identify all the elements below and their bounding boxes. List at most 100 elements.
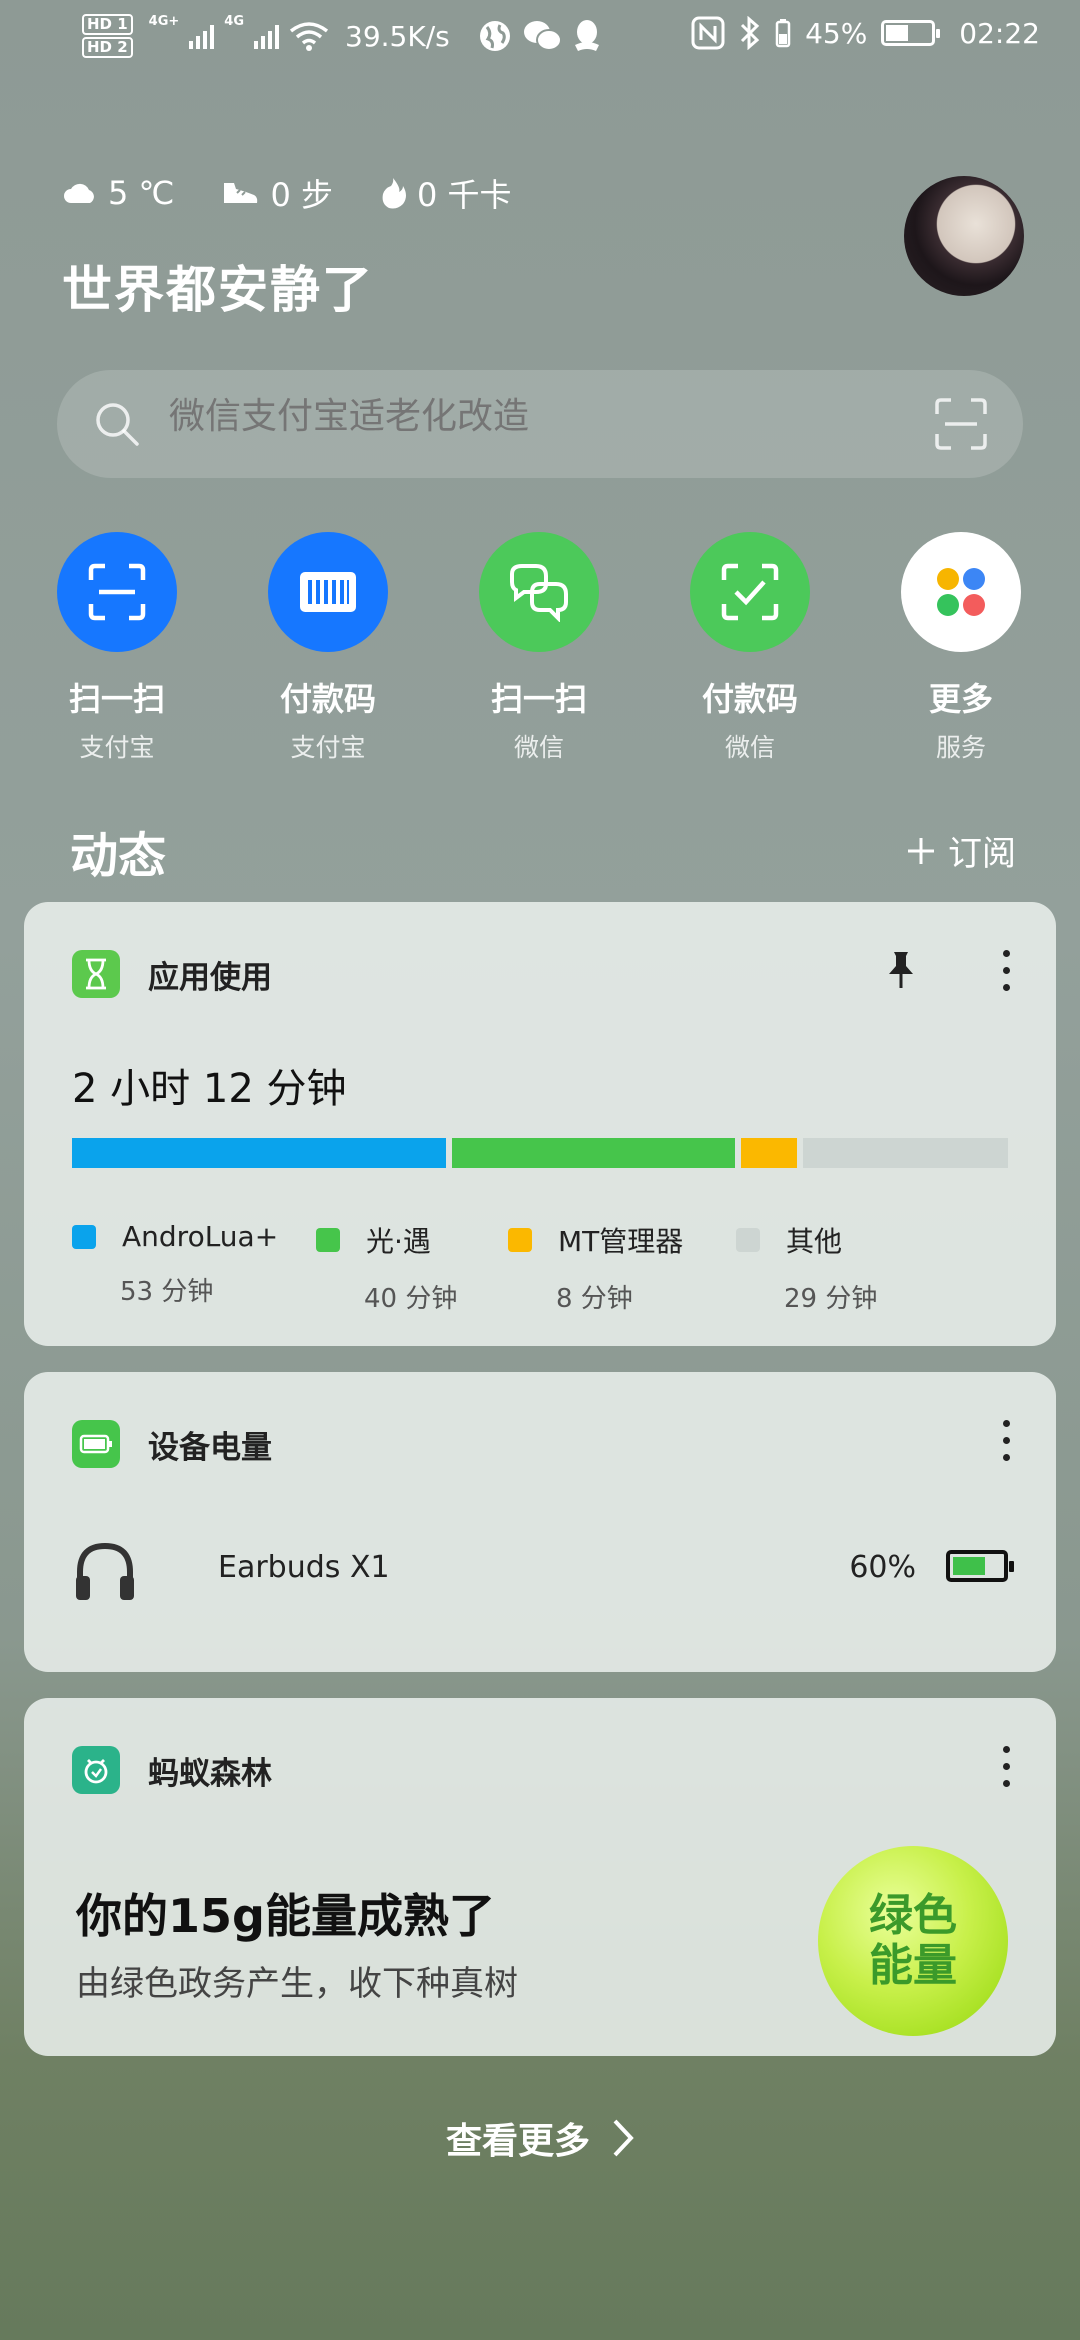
- net1-label: 4G+: [148, 14, 180, 29]
- health-stats: 5 ℃ 0 步 0 千卡: [62, 170, 558, 216]
- search-bar[interactable]: [57, 370, 1023, 478]
- plus-icon: [908, 837, 934, 864]
- quick-action-wechat-pay[interactable]: 付款码 微信: [660, 532, 840, 764]
- device-battery-percent: 60%: [849, 1550, 916, 1585]
- more-options-icon[interactable]: [998, 1746, 1014, 1787]
- calories-text: 0 千卡: [417, 176, 512, 214]
- clock: 02:22: [959, 16, 1040, 50]
- quick-action-sub: 服务: [935, 733, 986, 762]
- quick-action-alipay-pay[interactable]: 付款码 支付宝: [238, 532, 418, 764]
- qq-icon: [574, 20, 599, 51]
- quick-action-sub: 支付宝: [79, 733, 155, 762]
- quick-action-alipay-scan[interactable]: 扫一扫 支付宝: [27, 532, 207, 764]
- card-title: 蚂蚁森林: [148, 1755, 272, 1792]
- wifi-icon: [289, 22, 329, 51]
- more-options-icon[interactable]: [998, 1420, 1014, 1461]
- subscribe-button[interactable]: 订阅: [906, 826, 1016, 875]
- avatar[interactable]: [904, 176, 1024, 296]
- status-left: HD 1 HD 2 4G+ 4G 39.5K/s: [82, 14, 602, 58]
- legend-name: MT管理器: [558, 1225, 684, 1258]
- usage-bar-segment: [452, 1138, 735, 1168]
- energy-headline: 你的15g能量成熟了: [76, 1889, 495, 1943]
- legend-item: MT管理器 8 分钟: [508, 1220, 683, 1315]
- network-speed: 39.5K/s: [345, 19, 450, 53]
- globe-icon: [479, 21, 510, 51]
- cloud-icon: [64, 183, 94, 203]
- legend-name: AndroLua+: [122, 1220, 279, 1253]
- usage-bar-segment: [803, 1138, 1008, 1168]
- legend-item: 其他 29 分钟: [736, 1220, 877, 1315]
- card-title: 应用使用: [148, 959, 272, 996]
- legend-item: 光·遇 40 分钟: [316, 1220, 457, 1315]
- net2-label: 4G: [224, 14, 244, 29]
- ant-forest-card[interactable]: 蚂蚁森林 你的15g能量成熟了 由绿色政务产生，收下种真树 绿色 能量: [24, 1698, 1056, 2056]
- flame-icon: [382, 178, 407, 209]
- card-header: 应用使用: [72, 950, 272, 998]
- quick-action-label: 扫一扫: [490, 680, 587, 718]
- green-energy-ball[interactable]: 绿色 能量: [818, 1846, 1008, 2036]
- battery-small-icon: [775, 19, 791, 48]
- nfc-icon: [691, 16, 725, 50]
- weather-stat[interactable]: 5 ℃: [62, 174, 174, 212]
- subscribe-label: 订阅: [948, 834, 1016, 874]
- quick-action-label: 更多: [928, 680, 993, 718]
- search-input[interactable]: [169, 396, 869, 437]
- more-options-icon[interactable]: [998, 950, 1014, 991]
- device-battery-card[interactable]: 设备电量 Earbuds X1 60%: [24, 1372, 1056, 1672]
- status-right: 45% 02:22: [691, 16, 1040, 50]
- chevron-right-icon: [613, 2119, 634, 2157]
- search-icon: [96, 403, 139, 446]
- device-row[interactable]: Earbuds X1 60%: [72, 1532, 1014, 1612]
- quick-action-label: 付款码: [701, 680, 798, 718]
- legend-value: 29 分钟: [784, 1284, 878, 1314]
- wechat-pay-circle: [690, 532, 810, 652]
- legend-swatch: [316, 1228, 340, 1252]
- shoe-icon: [224, 183, 258, 203]
- greeting-text: 世界都安静了: [62, 261, 374, 319]
- more-circle: [901, 532, 1021, 652]
- quick-action-label: 扫一扫: [68, 680, 165, 718]
- legend-swatch: [72, 1224, 96, 1249]
- headphones-icon: [76, 1542, 134, 1600]
- legend-value: 8 分钟: [556, 1284, 633, 1314]
- hd2-badge: HD 2: [82, 37, 133, 58]
- wechat-scan-circle: [479, 532, 599, 652]
- legend-swatch: [508, 1228, 532, 1252]
- see-more-button[interactable]: 查看更多: [0, 2112, 1080, 2164]
- energy-ball-line2: 能量: [869, 1940, 957, 1991]
- usage-bar: [72, 1138, 1008, 1168]
- card-header: 设备电量: [72, 1420, 272, 1468]
- hourglass-icon: [72, 950, 120, 998]
- calories-stat[interactable]: 0 千卡: [379, 170, 512, 216]
- card-header: 蚂蚁森林: [72, 1746, 272, 1794]
- bluetooth-icon: [741, 16, 760, 50]
- wechat-status-icon: [523, 21, 562, 51]
- signal2-icon: [254, 23, 279, 49]
- battery-icon: [881, 20, 941, 46]
- quick-action-label: 付款码: [279, 680, 376, 718]
- scan-icon[interactable]: [935, 398, 987, 450]
- app-usage-card[interactable]: 应用使用 2 小时 12 分钟 AndroLua+ 53 分钟 光·遇 40 分…: [24, 902, 1056, 1346]
- wechat-icon: [510, 564, 568, 622]
- legend-name: 光·遇: [366, 1225, 431, 1258]
- scan-icon: [88, 563, 146, 621]
- legend-name: 其他: [786, 1225, 843, 1258]
- legend-value: 40 分钟: [364, 1284, 458, 1314]
- steps-stat[interactable]: 0 步: [220, 170, 333, 216]
- barcode-icon: [300, 572, 356, 612]
- device-name: Earbuds X1: [218, 1550, 390, 1585]
- battery-percent: 45%: [805, 16, 868, 50]
- hd-indicators: HD 1 HD 2: [82, 14, 133, 58]
- grid-icon: [937, 568, 985, 616]
- quick-action-sub: 微信: [513, 733, 564, 762]
- quick-action-wechat-scan[interactable]: 扫一扫 微信: [449, 532, 629, 764]
- quick-action-more[interactable]: 更多 服务: [871, 532, 1051, 764]
- feed-title: 动态: [70, 828, 167, 884]
- pin-icon[interactable]: [886, 950, 916, 990]
- ant-forest-icon: [72, 1746, 120, 1794]
- energy-ball-line1: 绿色: [869, 1890, 957, 1941]
- usage-total: 2 小时 12 分钟: [72, 1066, 347, 1112]
- header: 5 ℃ 0 步 0 千卡 世界都安静了: [62, 170, 558, 322]
- device-battery-icon: [946, 1550, 1014, 1582]
- steps-text: 0 步: [270, 176, 334, 214]
